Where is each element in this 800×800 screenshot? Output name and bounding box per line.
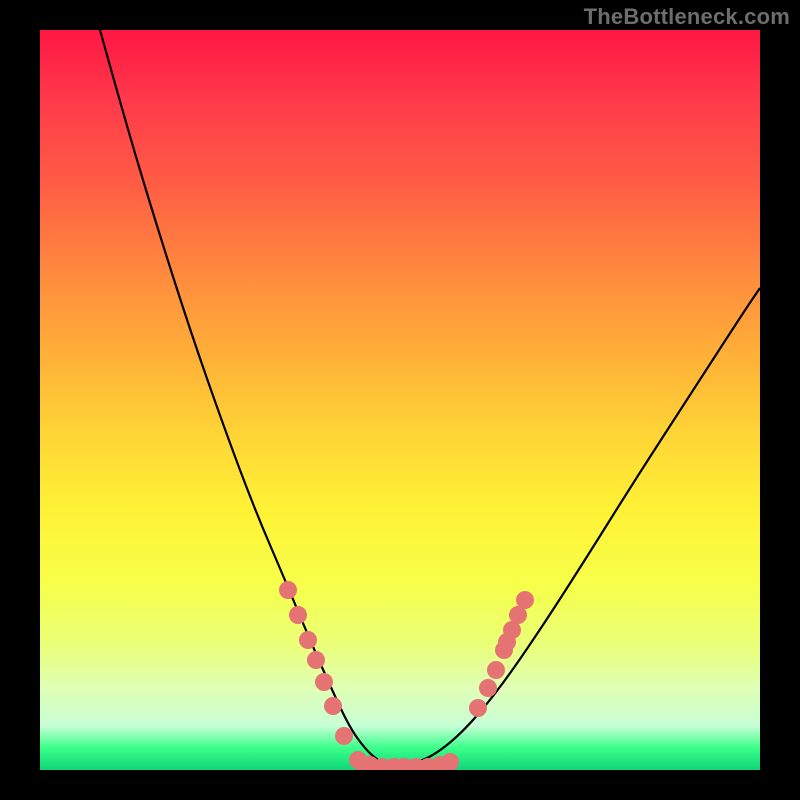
plot-area <box>40 30 760 770</box>
data-dot <box>289 606 307 624</box>
data-dot <box>469 699 487 717</box>
data-dot <box>315 673 333 691</box>
data-dot <box>441 753 459 770</box>
data-dot <box>479 679 497 697</box>
data-dot <box>299 631 317 649</box>
data-dot <box>279 581 297 599</box>
watermark-text: TheBottleneck.com <box>584 4 790 30</box>
data-dot <box>307 651 325 669</box>
right-curve <box>392 288 760 767</box>
data-dot <box>487 661 505 679</box>
data-dot <box>516 591 534 609</box>
dot-layer <box>279 581 534 770</box>
data-dot <box>324 697 342 715</box>
left-curve <box>100 30 392 767</box>
chart-svg <box>40 30 760 770</box>
data-dot <box>335 727 353 745</box>
frame: TheBottleneck.com <box>0 0 800 800</box>
